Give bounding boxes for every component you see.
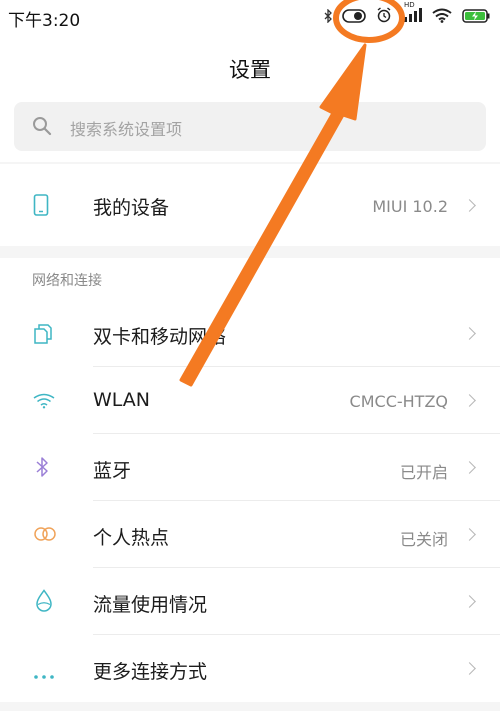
status-time: 下午3:20	[8, 11, 81, 31]
row-label: 更多连接方式	[93, 661, 208, 683]
wifi-icon	[33, 393, 55, 413]
chevron-right-icon	[463, 662, 476, 675]
wifi-status-icon	[432, 8, 452, 27]
signal-hd-badge: HD	[404, 1, 415, 9]
phone-icon	[33, 194, 49, 220]
chevron-right-icon	[463, 199, 476, 212]
sidebar-item-dual-sim[interactable]: 双卡和移动网络	[0, 300, 500, 367]
my-device-row[interactable]: 我的设备 MIUI 10.2	[0, 164, 500, 246]
hotspot-icon	[33, 526, 57, 546]
status-bar: 下午3:20 HD	[0, 0, 500, 34]
bluetooth-icon	[324, 7, 332, 27]
bottom-divider	[0, 702, 500, 711]
page-title: 设置	[229, 58, 271, 82]
row-value: 已关闭	[399, 530, 448, 549]
section-header-row: 网络和连接	[0, 258, 500, 300]
row-label: 双卡和移动网络	[93, 326, 227, 348]
row-label: 流量使用情况	[93, 594, 208, 616]
status-icons: HD	[324, 1, 490, 28]
more-dots-icon	[33, 665, 55, 684]
toggle-icon	[342, 8, 366, 27]
alarm-icon	[376, 7, 392, 27]
section-divider	[0, 246, 500, 258]
signal-hd-icon: HD	[402, 1, 422, 27]
row-value: 已开启	[399, 463, 448, 482]
chevron-right-icon	[463, 394, 476, 407]
bluetooth-icon	[36, 456, 48, 482]
row-label: WLAN	[93, 389, 151, 411]
my-device-label: 我的设备	[93, 197, 170, 219]
row-value: CMCC-HTZQ	[349, 392, 448, 411]
sidebar-item-data-usage[interactable]: 流量使用情况	[0, 568, 500, 635]
section-header: 网络和连接	[32, 273, 102, 289]
chevron-right-icon	[463, 461, 476, 474]
sidebar-item-wlan[interactable]: WLAN CMCC-HTZQ	[0, 367, 500, 434]
sidebar-item-bluetooth[interactable]: 蓝牙 已开启	[0, 434, 500, 501]
row-label: 个人热点	[93, 527, 170, 549]
sidebar-item-more-connections[interactable]: 更多连接方式	[0, 635, 500, 702]
sidebar-item-hotspot[interactable]: 个人热点 已关闭	[0, 501, 500, 568]
chevron-right-icon	[463, 528, 476, 541]
search-icon	[32, 116, 52, 140]
search-input[interactable]: 搜索系统设置项	[14, 102, 486, 151]
chevron-right-icon	[463, 595, 476, 608]
chevron-right-icon	[463, 327, 476, 340]
search-placeholder: 搜索系统设置项	[70, 120, 183, 139]
sim-cards-icon	[33, 323, 53, 349]
battery-charging-icon	[462, 8, 490, 27]
row-label: 蓝牙	[93, 460, 132, 482]
my-device-value: MIUI 10.2	[372, 197, 448, 216]
data-usage-icon	[35, 589, 53, 617]
